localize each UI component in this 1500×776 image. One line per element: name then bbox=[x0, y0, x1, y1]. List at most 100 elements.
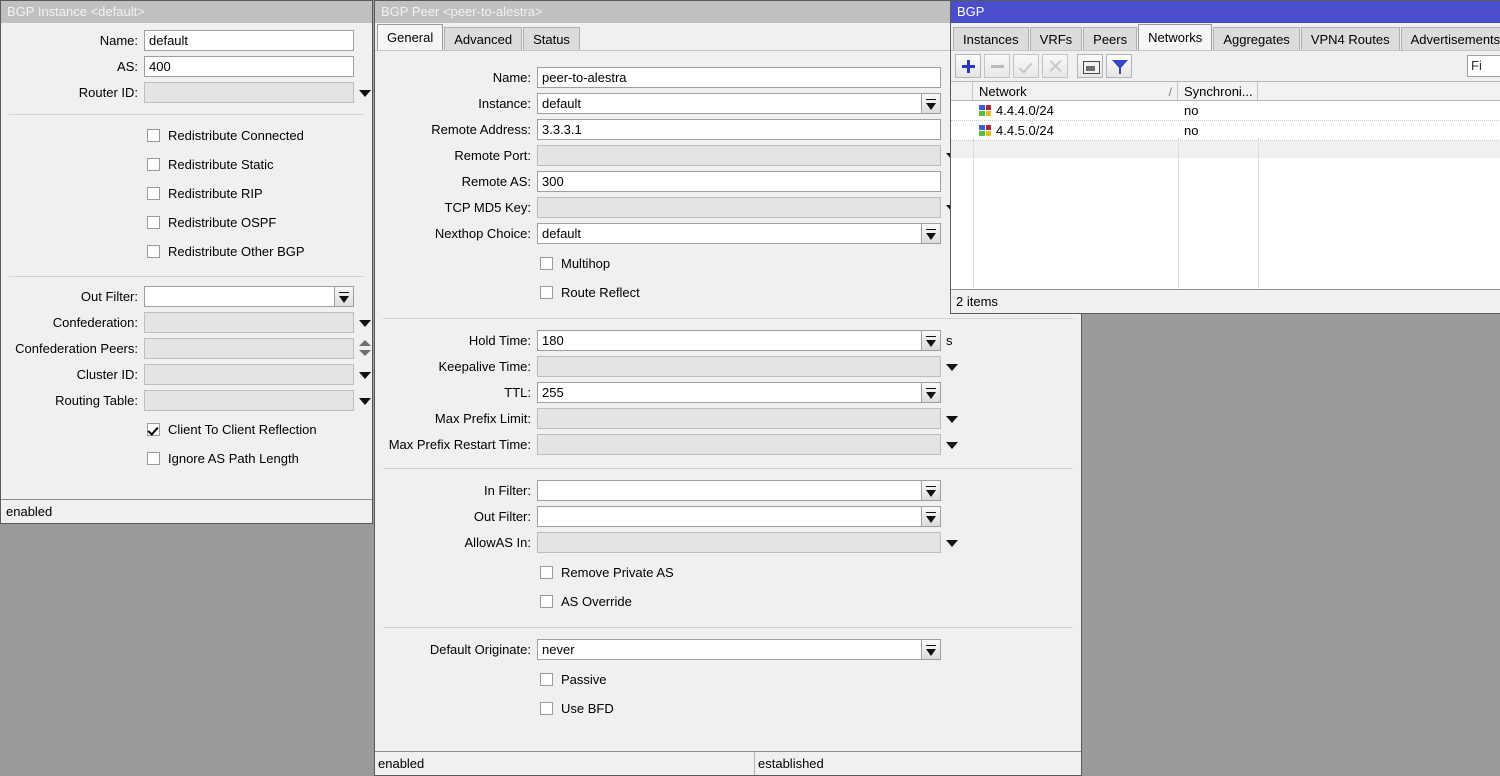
form-row-out-filter: Out Filter: bbox=[1, 283, 372, 309]
tab-status[interactable]: Status bbox=[523, 27, 580, 50]
checkbox-row-redistribute-ospf[interactable]: Redistribute OSPF bbox=[1, 208, 372, 237]
add-icon[interactable] bbox=[955, 54, 981, 78]
checkbox-redistribute-other-bgp[interactable] bbox=[147, 245, 160, 258]
column-divider bbox=[1178, 138, 1179, 289]
label-router-id: Router ID: bbox=[1, 85, 144, 100]
table-row[interactable]: 4.4.5.0/24no bbox=[951, 121, 1500, 141]
remove-icon bbox=[984, 54, 1010, 78]
input-remote-address[interactable]: 3.3.3.1 bbox=[537, 119, 941, 140]
checkbox-client-to-client-reflection[interactable] bbox=[147, 423, 160, 436]
input-nexthop-choice[interactable]: default bbox=[537, 223, 922, 244]
tab-advertisements[interactable]: Advertisements bbox=[1401, 27, 1500, 50]
find-input[interactable]: Fi bbox=[1467, 55, 1500, 77]
checkbox-row-use-bfd[interactable]: Use BFD bbox=[375, 694, 1081, 723]
form-row-router-id: Router ID: bbox=[1, 79, 372, 105]
column-header-network[interactable]: Network/ bbox=[973, 82, 1178, 100]
tab-instances[interactable]: Instances bbox=[953, 27, 1029, 50]
chevron-down-icon[interactable] bbox=[922, 223, 941, 244]
checkbox-row-redistribute-connected[interactable]: Redistribute Connected bbox=[1, 121, 372, 150]
chevron-down-icon[interactable] bbox=[922, 506, 941, 527]
cell-synchronize: no bbox=[1178, 101, 1258, 120]
checkbox-label-redistribute-static: Redistribute Static bbox=[160, 157, 274, 172]
tab-peers[interactable]: Peers bbox=[1083, 27, 1137, 50]
input-hold-time[interactable]: 180 bbox=[537, 330, 922, 351]
checkbox-route-reflect[interactable] bbox=[540, 286, 553, 299]
chevron-down-icon[interactable] bbox=[941, 356, 963, 377]
comment-icon[interactable] bbox=[1077, 54, 1103, 78]
input-as[interactable]: 400 bbox=[144, 56, 354, 77]
checkbox-multihop[interactable] bbox=[540, 257, 553, 270]
checkbox-redistribute-rip[interactable] bbox=[147, 187, 160, 200]
chevron-down-icon[interactable] bbox=[335, 286, 354, 307]
chevron-down-icon[interactable] bbox=[922, 480, 941, 501]
bgp-statusbar: 2 items bbox=[951, 289, 1500, 313]
chevron-down-icon[interactable] bbox=[922, 639, 941, 660]
label-max-prefix-limit: Max Prefix Limit: bbox=[375, 411, 537, 426]
tab-networks[interactable]: Networks bbox=[1138, 24, 1212, 50]
checkbox-ignore-as-path-length[interactable] bbox=[147, 452, 160, 465]
chevron-down-icon[interactable] bbox=[354, 364, 376, 385]
input-confederation bbox=[144, 312, 354, 333]
label-in-filter: In Filter: bbox=[375, 483, 537, 498]
chevron-down-icon[interactable] bbox=[354, 82, 376, 103]
table-row[interactable]: 4.4.4.0/24no bbox=[951, 101, 1500, 121]
checkbox-row-redistribute-other-bgp[interactable]: Redistribute Other BGP bbox=[1, 237, 372, 266]
column-header-synchroni[interactable]: Synchroni... bbox=[1178, 82, 1258, 100]
input-in-filter[interactable] bbox=[537, 480, 922, 501]
checkbox-passive[interactable] bbox=[540, 673, 553, 686]
filter-icon[interactable] bbox=[1106, 54, 1132, 78]
bgp-instance-window: BGP Instance <default> Name:defaultAS:40… bbox=[0, 0, 373, 524]
checkbox-row-as-override[interactable]: AS Override bbox=[375, 587, 1081, 616]
tab-vpn4-routes[interactable]: VPN4 Routes bbox=[1301, 27, 1400, 50]
label-max-prefix-restart-time: Max Prefix Restart Time: bbox=[375, 437, 537, 452]
checkbox-as-override[interactable] bbox=[540, 595, 553, 608]
input-instance[interactable]: default bbox=[537, 93, 922, 114]
checkbox-remove-private-as[interactable] bbox=[540, 566, 553, 579]
chevron-down-icon[interactable] bbox=[922, 330, 941, 351]
instance-titlebar[interactable]: BGP Instance <default> bbox=[1, 1, 372, 23]
checkbox-row-ignore-as-path-length[interactable]: Ignore AS Path Length bbox=[1, 444, 372, 473]
label-allowas-in: AllowAS In: bbox=[375, 535, 537, 550]
chevron-down-icon[interactable] bbox=[941, 532, 963, 553]
input-max-prefix-limit bbox=[537, 408, 941, 429]
checkbox-row-client-to-client-reflection[interactable]: Client To Client Reflection bbox=[1, 415, 372, 444]
spinner-arrows-icon[interactable] bbox=[354, 338, 376, 359]
bgp-titlebar[interactable]: BGP bbox=[951, 1, 1500, 23]
row-gutter bbox=[951, 121, 973, 140]
form-row-ttl: TTL:255 bbox=[375, 379, 1081, 405]
checkbox-use-bfd[interactable] bbox=[540, 702, 553, 715]
cell-filler bbox=[1258, 101, 1500, 120]
checkbox-redistribute-connected[interactable] bbox=[147, 129, 160, 142]
tab-general[interactable]: General bbox=[377, 24, 443, 50]
checkbox-redistribute-static[interactable] bbox=[147, 158, 160, 171]
chevron-down-icon[interactable] bbox=[922, 93, 941, 114]
input-name[interactable]: peer-to-alestra bbox=[537, 67, 941, 88]
chevron-down-icon[interactable] bbox=[354, 390, 376, 411]
tab-vrfs[interactable]: VRFs bbox=[1030, 27, 1083, 50]
input-out-filter[interactable] bbox=[144, 286, 335, 307]
label-remote-address: Remote Address: bbox=[375, 122, 537, 137]
chevron-down-icon[interactable] bbox=[941, 408, 963, 429]
peer-status-left: enabled bbox=[375, 752, 755, 775]
chevron-down-icon[interactable] bbox=[941, 434, 963, 455]
checkbox-row-passive[interactable]: Passive bbox=[375, 665, 1081, 694]
divider bbox=[9, 276, 364, 277]
field-out-filter bbox=[144, 286, 354, 307]
field-cluster-id bbox=[144, 364, 376, 385]
label-remote-port: Remote Port: bbox=[375, 148, 537, 163]
input-name[interactable]: default bbox=[144, 30, 354, 51]
chevron-down-icon[interactable] bbox=[922, 382, 941, 403]
field-in-filter bbox=[537, 480, 941, 501]
checkbox-redistribute-ospf[interactable] bbox=[147, 216, 160, 229]
chevron-down-icon[interactable] bbox=[354, 312, 376, 333]
input-ttl[interactable]: 255 bbox=[537, 382, 922, 403]
tab-aggregates[interactable]: Aggregates bbox=[1213, 27, 1300, 50]
input-remote-as[interactable]: 300 bbox=[537, 171, 941, 192]
field-max-prefix-restart-time bbox=[537, 434, 963, 455]
checkbox-row-redistribute-rip[interactable]: Redistribute RIP bbox=[1, 179, 372, 208]
checkbox-row-redistribute-static[interactable]: Redistribute Static bbox=[1, 150, 372, 179]
tab-advanced[interactable]: Advanced bbox=[444, 27, 522, 50]
input-default-originate[interactable]: never bbox=[537, 639, 922, 660]
checkbox-row-remove-private-as[interactable]: Remove Private AS bbox=[375, 558, 1081, 587]
input-out-filter[interactable] bbox=[537, 506, 922, 527]
